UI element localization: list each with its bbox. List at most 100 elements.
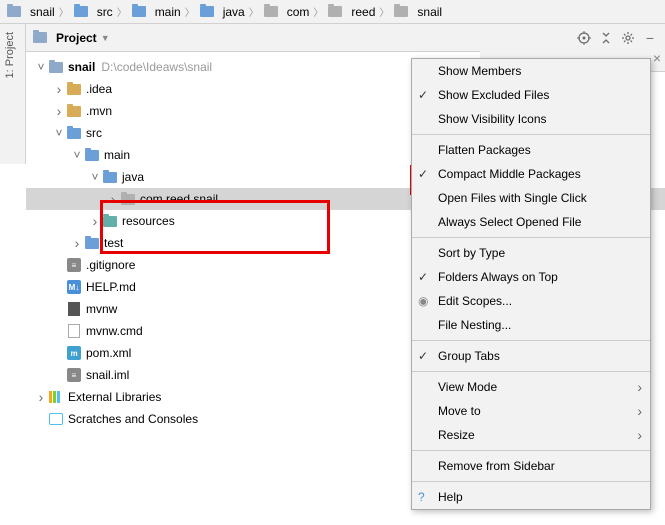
chevron-down-icon[interactable]: ˅ (34, 60, 48, 74)
tree-label: com.reed.snail (140, 192, 218, 206)
help-icon: ? (418, 490, 425, 504)
md-icon: M↓ (66, 280, 82, 294)
check-icon: ✓ (418, 349, 428, 363)
folder-icon (131, 5, 147, 19)
project-view-selector[interactable]: Project ▼ (32, 31, 110, 45)
menu-item[interactable]: Show Members (412, 59, 650, 83)
blue-icon (66, 126, 82, 140)
menu-label: Show Members (438, 64, 521, 78)
submenu-arrow-icon: › (637, 379, 642, 395)
plain-icon (66, 324, 82, 338)
breadcrumb-item[interactable]: snail (6, 5, 55, 19)
menu-item[interactable]: Resize› (412, 423, 650, 447)
menu-separator (412, 237, 650, 238)
submenu-arrow-icon: › (637, 427, 642, 443)
tree-label: Scratches and Consoles (68, 412, 198, 426)
menu-label: Edit Scopes... (438, 294, 512, 308)
menu-item[interactable]: ✓Compact Middle Packages (412, 162, 650, 186)
breadcrumb-separator: 〉 (379, 4, 389, 19)
radio-icon: ◉ (418, 294, 428, 308)
menu-separator (412, 371, 650, 372)
gear-icon[interactable] (619, 29, 637, 47)
folder-icon (327, 5, 343, 19)
breadcrumb-label: reed (351, 5, 375, 19)
chevron-right-icon[interactable]: › (88, 213, 102, 229)
menu-label: Show Visibility Icons (438, 112, 547, 126)
gray-icon (120, 192, 136, 206)
breadcrumb-item[interactable]: src (73, 5, 113, 19)
project-label: Project (56, 31, 97, 45)
breadcrumb-separator: 〉 (117, 4, 127, 19)
menu-separator (412, 134, 650, 135)
expand-all-icon[interactable] (597, 29, 615, 47)
txt-icon: ≡ (66, 368, 82, 382)
tree-path: D:\code\Ideaws\snail (101, 60, 212, 74)
blue-icon (102, 170, 118, 184)
chevron-right-icon[interactable]: › (106, 191, 120, 207)
menu-item[interactable]: Flatten Packages (412, 138, 650, 162)
menu-item[interactable]: ?Help (412, 485, 650, 509)
breadcrumb-label: src (97, 5, 113, 19)
breadcrumb-separator: 〉 (313, 4, 323, 19)
tree-label: main (104, 148, 130, 162)
tree-label: pom.xml (86, 346, 131, 360)
blue-icon (84, 148, 100, 162)
menu-item[interactable]: ◉ Edit Scopes... (412, 289, 650, 313)
dropdown-icon: ▼ (101, 33, 110, 43)
menu-item[interactable]: ✓ Group Tabs (412, 344, 650, 368)
chevron-right-icon[interactable]: › (52, 103, 66, 119)
chevron-down-icon[interactable]: ˅ (52, 126, 66, 140)
project-icon (32, 31, 48, 45)
tree-label: .gitignore (86, 258, 135, 272)
menu-label: View Mode (438, 380, 497, 394)
folder-icon (393, 5, 409, 19)
menu-label: Always Select Opened File (438, 215, 581, 229)
menu-label: Open Files with Single Click (438, 191, 587, 205)
hide-icon[interactable]: − (641, 29, 659, 47)
menu-separator (412, 340, 650, 341)
chevron-right-icon[interactable]: › (52, 81, 66, 97)
chevron-down-icon[interactable]: ˅ (70, 148, 84, 162)
menu-item[interactable]: File Nesting... (412, 313, 650, 337)
tree-label: snail.iml (86, 368, 129, 382)
menu-item[interactable]: ✓Show Excluded Files (412, 83, 650, 107)
project-tab-label: 1: Project (4, 32, 16, 78)
menu-separator (412, 450, 650, 451)
menu-label: File Nesting... (438, 318, 511, 332)
menu-item[interactable]: Sort by Type (412, 241, 650, 265)
breadcrumb-item[interactable]: com (263, 5, 310, 19)
menu-label: Move to (438, 404, 481, 418)
menu-item[interactable]: View Mode › (412, 375, 650, 399)
menu-label: Group Tabs (438, 349, 500, 363)
menu-item[interactable]: Open Files with Single Click (412, 186, 650, 210)
submenu-arrow-icon: › (637, 403, 642, 419)
menu-label: Show Excluded Files (438, 88, 549, 102)
breadcrumb-separator: 〉 (249, 4, 259, 19)
tree-label: mvnw.cmd (86, 324, 143, 338)
menu-item[interactable]: Show Visibility Icons (412, 107, 650, 131)
chevron-right-icon[interactable]: › (70, 235, 84, 251)
breadcrumb-label: main (155, 5, 181, 19)
tree-label: test (104, 236, 123, 250)
project-tool-tab[interactable]: 1: Project (0, 24, 26, 164)
tree-label: mvnw (86, 302, 117, 316)
breadcrumb-item[interactable]: reed (327, 5, 375, 19)
breadcrumb-item[interactable]: main (131, 5, 181, 19)
tree-label: java (122, 170, 144, 184)
breadcrumb-label: java (223, 5, 245, 19)
menu-label: Flatten Packages (438, 143, 531, 157)
chevron-down-icon[interactable]: ˅ (88, 170, 102, 184)
menu-item[interactable]: Move to › (412, 399, 650, 423)
tree-label: External Libraries (68, 390, 161, 404)
check-icon: ✓ (418, 270, 428, 284)
menu-item[interactable]: Remove from Sidebar (412, 454, 650, 478)
breadcrumb-item[interactable]: snail (393, 5, 442, 19)
breadcrumb-item[interactable]: java (199, 5, 245, 19)
locate-icon[interactable] (575, 29, 593, 47)
menu-item[interactable]: Always Select Opened File (412, 210, 650, 234)
teal-icon (102, 214, 118, 228)
txt-icon: ≡ (66, 258, 82, 272)
menu-item[interactable]: ✓Folders Always on Top (412, 265, 650, 289)
settings-context-menu: Show Members✓Show Excluded FilesShow Vis… (411, 58, 651, 510)
chevron-right-icon[interactable]: › (34, 389, 48, 405)
